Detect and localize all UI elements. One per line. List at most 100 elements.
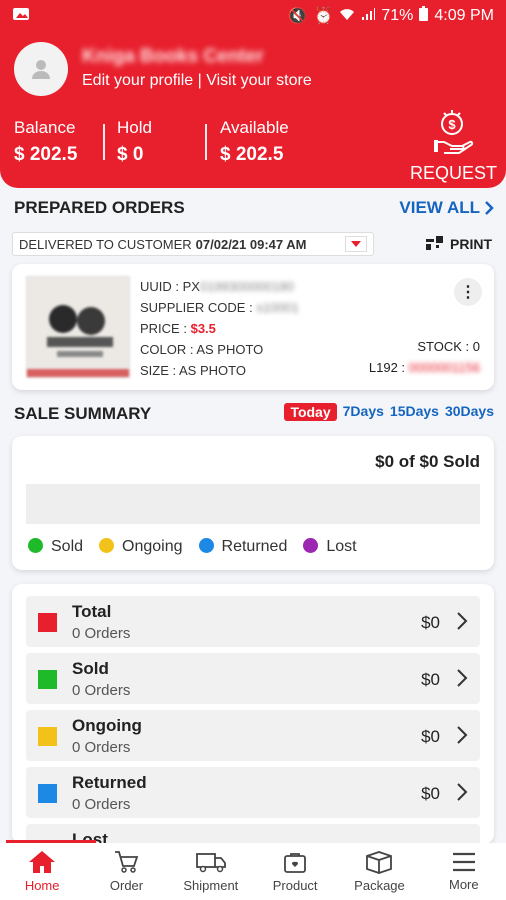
nav-order[interactable]: Order	[84, 843, 168, 900]
nav-label: More	[448, 877, 479, 892]
home-icon	[29, 851, 56, 873]
gallery-icon	[12, 6, 30, 27]
chevron-right-icon	[457, 669, 468, 687]
color-text: COLOR : AS PHOTO	[140, 342, 264, 357]
wifi-icon	[339, 7, 355, 26]
available-value: $ 202.5	[220, 144, 284, 165]
available-label: Available	[220, 118, 289, 137]
truck-icon	[195, 853, 226, 873]
balance-label: Balance	[14, 118, 76, 137]
balance-value: $ 202.5	[14, 144, 78, 165]
signal-icon	[361, 7, 376, 26]
avatar[interactable]	[14, 42, 68, 96]
color-swatch	[38, 727, 57, 746]
tab-today[interactable]: Today	[284, 403, 337, 421]
tab-30days[interactable]: 30Days	[445, 403, 494, 421]
nav-label: Package	[354, 878, 405, 893]
product-icon	[284, 853, 307, 873]
cart-icon	[115, 851, 139, 873]
hold-value: $ 0	[117, 144, 144, 165]
row-name: Returned	[72, 773, 147, 792]
hold-stat: Hold $ 0	[117, 118, 152, 166]
nav-home[interactable]: Home	[0, 843, 84, 900]
nav-shipment[interactable]: Shipment	[169, 843, 253, 900]
dot-icon	[28, 538, 43, 553]
hold-label: Hold	[117, 118, 152, 137]
dropdown-arrow-icon[interactable]	[345, 236, 367, 252]
order-card[interactable]: UUID : PX0199300000180 SUPPLIER CODE : s…	[12, 264, 494, 390]
dot-icon	[99, 538, 115, 553]
view-all-label: VIEW ALL	[399, 198, 480, 217]
sale-summary-card: $0 of $0 Sold Sold Ongoing Returned Lost	[12, 436, 494, 570]
order-row-total[interactable]: Total 0 Orders $0	[26, 596, 480, 647]
row-count: 0 Orders	[72, 682, 131, 699]
mute-icon: 🔇	[287, 8, 308, 25]
divider	[205, 124, 207, 160]
request-button[interactable]: $ REQUEST	[410, 108, 498, 184]
available-stat: Available $ 202.5	[220, 118, 289, 166]
row-count: 0 Orders	[72, 625, 131, 642]
prepared-orders-title: PREPARED ORDERS	[14, 198, 185, 217]
account-header: Kniga Books Center Edit your profile | V…	[0, 32, 506, 188]
request-label: REQUEST	[410, 163, 498, 183]
status-bar: 🔇 ⏰ 71% 4:09 PM	[0, 0, 506, 32]
order-row-ongoing[interactable]: Ongoing 0 Orders $0	[26, 710, 480, 761]
nav-product[interactable]: Product	[253, 843, 337, 900]
uuid-label: UUID : PX	[140, 279, 200, 294]
supplier-code-value: s10001	[256, 300, 299, 315]
product-thumbnail	[26, 276, 130, 378]
legend-ongoing: Ongoing	[99, 538, 183, 556]
print-label: PRINT	[450, 236, 492, 252]
more-options-icon[interactable]: ⋮	[454, 278, 482, 306]
order-row-sold[interactable]: Sold 0 Orders $0	[26, 653, 480, 704]
chevron-right-icon	[457, 783, 468, 801]
price-label: PRICE :	[140, 321, 187, 336]
uuid-value: 0199300000180	[199, 279, 294, 294]
view-all-link[interactable]: VIEW ALL	[399, 198, 494, 218]
nav-package[interactable]: Package	[337, 843, 421, 900]
nav-label: Product	[272, 878, 318, 893]
row-amount: $0	[421, 727, 440, 746]
size-text: SIZE : AS PHOTO	[140, 363, 246, 378]
supplier-code-label: SUPPLIER CODE :	[140, 300, 253, 315]
dot-icon	[198, 538, 214, 553]
nav-more[interactable]: More	[422, 843, 506, 900]
balance-stat: Balance $ 202.5	[14, 118, 77, 166]
legend-returned: Returned	[198, 538, 287, 556]
filter-date: 07/02/21 09:47 AM	[195, 236, 307, 252]
dot-icon	[303, 538, 319, 553]
legend-sold: Sold	[28, 538, 83, 556]
color-swatch	[38, 784, 57, 803]
row-name: Sold	[72, 659, 109, 678]
profile-links[interactable]: Edit your profile | Visit your store	[82, 72, 312, 90]
battery-icon	[419, 6, 429, 26]
user-icon	[32, 60, 50, 79]
sales-progress-bar	[26, 484, 480, 524]
nav-label: Shipment	[183, 878, 239, 893]
svg-text:$: $	[448, 117, 456, 132]
printer-icon	[426, 236, 443, 250]
order-status-filter[interactable]: DELIVERED TO CUSTOMER 07/02/21 09:47 AM	[12, 232, 374, 256]
legend-lost: Lost	[303, 538, 357, 556]
row-amount: $0	[421, 784, 440, 803]
row-amount: $0	[421, 613, 440, 632]
chevron-right-icon	[457, 726, 468, 744]
sale-summary-title: SALE SUMMARY	[14, 404, 152, 423]
order-row-returned[interactable]: Returned 0 Orders $0	[26, 767, 480, 818]
price-value: $3.5	[190, 321, 216, 336]
package-icon	[366, 851, 393, 874]
battery-percent: 71%	[381, 7, 414, 24]
color-swatch	[38, 670, 57, 689]
print-button[interactable]: PRINT	[426, 236, 492, 252]
tab-7days[interactable]: 7Days	[343, 403, 384, 421]
tab-15days[interactable]: 15Days	[390, 403, 439, 421]
divider	[103, 124, 105, 160]
nav-label: Order	[109, 878, 144, 893]
orders-breakdown-card: Total 0 Orders $0 Sold 0 Orders $0 Ongoi…	[12, 584, 494, 844]
row-name: Total	[72, 602, 112, 621]
l192-value: 0000001156	[408, 360, 480, 375]
row-name: Ongoing	[72, 716, 142, 735]
row-count: 0 Orders	[72, 796, 131, 813]
chevron-right-icon	[485, 201, 494, 215]
bottom-navigation: Home Order Shipment Product Package More	[0, 843, 506, 900]
